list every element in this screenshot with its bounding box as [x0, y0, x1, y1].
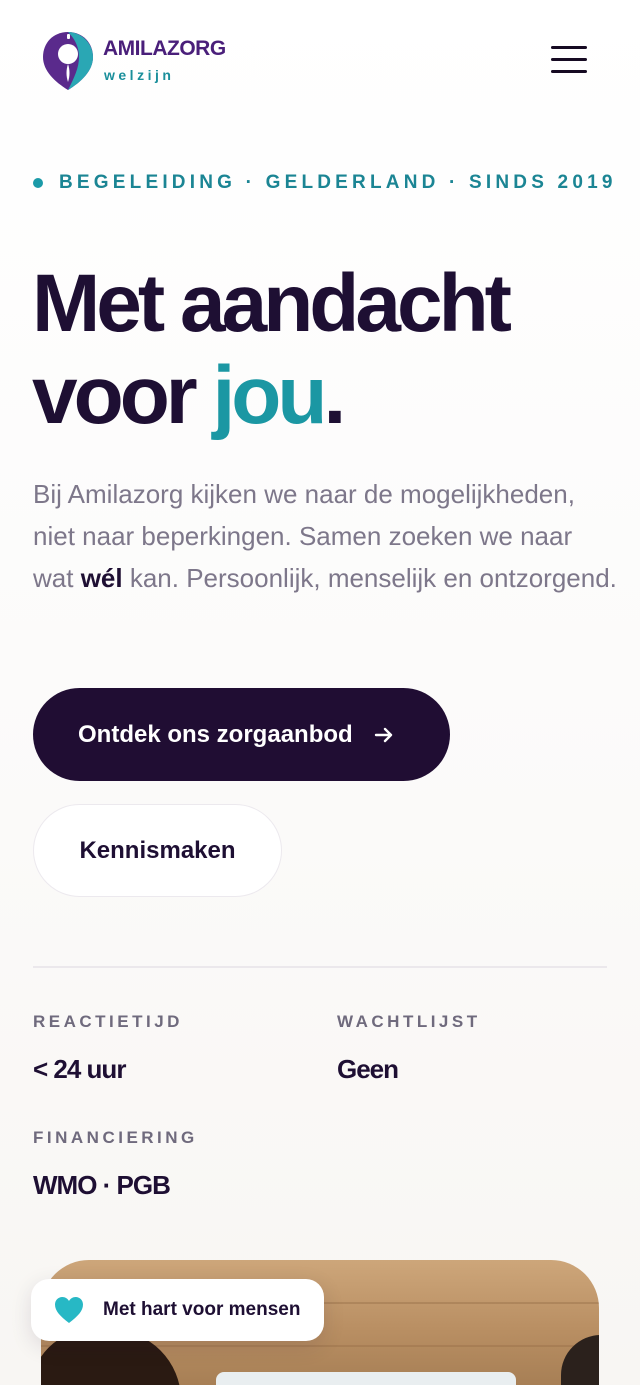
- stat-waiting-list: WACHTLIJST Geen: [337, 1012, 481, 1085]
- badge-text: Met hart voor mensen: [103, 1299, 301, 1320]
- menu-bar: [551, 58, 587, 61]
- stat-financing: FINANCIERING WMO · PGB: [33, 1128, 198, 1201]
- brand-name: AMILAZORG: [103, 37, 226, 60]
- photo-hand-right: [561, 1335, 599, 1385]
- stat-value: Geen: [337, 1054, 399, 1084]
- photo-device: [216, 1372, 516, 1385]
- brand-logo[interactable]: AMILAZORG welzijn: [41, 30, 281, 92]
- get-acquainted-button[interactable]: Kennismaken: [33, 804, 282, 897]
- logo-pin-icon: [43, 32, 93, 90]
- brand-subtitle: welzijn: [104, 67, 175, 83]
- hero-eyebrow: BEGELEIDING · GELDERLAND · SINDS 2019: [33, 170, 633, 196]
- lead-bold: wél: [80, 563, 123, 593]
- stat-value: WMO · PGB: [33, 1170, 171, 1200]
- menu-bar: [551, 46, 587, 49]
- lead-text-end: kan. Persoonlijk, menselijk en ontzorgen…: [122, 563, 617, 593]
- heart-badge: Met hart voor mensen: [31, 1279, 324, 1341]
- stat-value: < 24 uur: [33, 1054, 126, 1084]
- eyebrow-text: BEGELEIDING · GELDERLAND · SINDS 2019: [59, 172, 617, 193]
- heart-icon: [55, 1297, 83, 1323]
- site-header: AMILAZORG welzijn: [0, 0, 640, 120]
- eyebrow-dot-icon: [33, 178, 43, 188]
- stat-response-time: REACTIETIJD < 24 uur: [33, 1012, 183, 1085]
- hero-headline: Met aandacht voor jou.: [32, 258, 622, 442]
- discover-care-label: Ontdek ons zorgaanbod: [78, 720, 353, 748]
- stat-label: REACTIETIJD: [33, 1012, 183, 1031]
- headline-period: .: [323, 350, 346, 441]
- headline-line2-start: voor: [32, 350, 213, 441]
- hamburger-menu-icon[interactable]: [546, 42, 592, 78]
- get-acquainted-label: Kennismaken: [79, 836, 236, 864]
- stat-label: WACHTLIJST: [337, 1012, 481, 1031]
- discover-care-button[interactable]: Ontdek ons zorgaanbod: [33, 688, 450, 781]
- menu-bar: [551, 70, 587, 73]
- divider: [33, 966, 607, 968]
- stat-label: FINANCIERING: [33, 1128, 198, 1147]
- arrow-right-icon: [374, 727, 392, 742]
- headline-line1: Met aandacht: [32, 258, 512, 349]
- headline-accent: jou: [212, 350, 327, 441]
- hero-lead: Bij Amilazorg kijken we naar de mogelijk…: [33, 473, 618, 599]
